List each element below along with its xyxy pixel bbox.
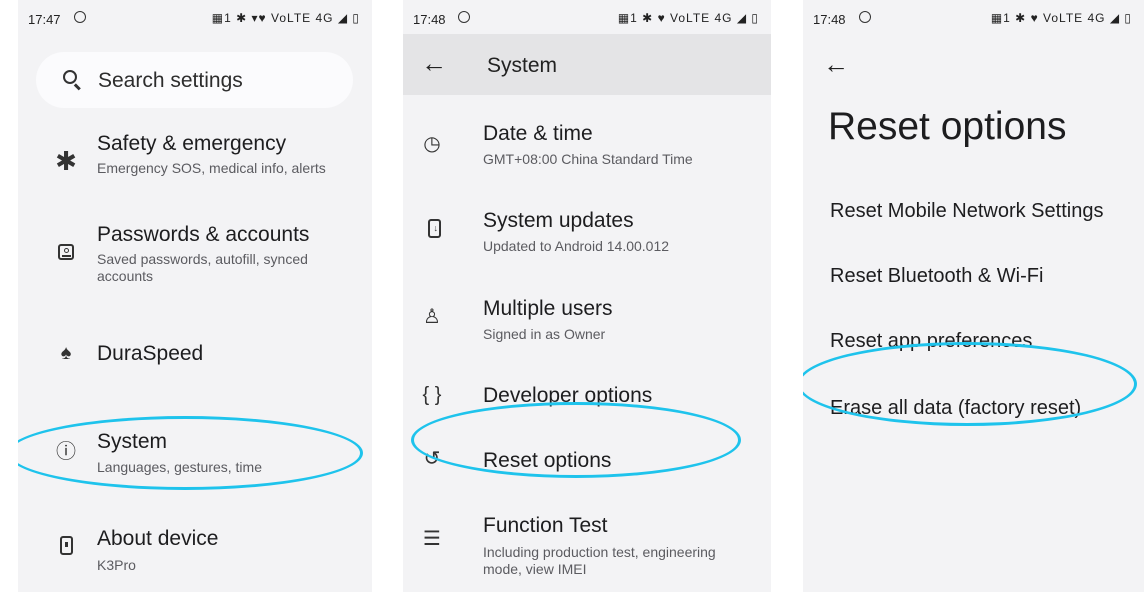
reset-options-screen: 17:48 ▦1 ✱ ♥ VoLTE 4G ◢ ▯ ← Reset option… [803,0,1144,592]
status-icons: ▦1 ✱ ♥ VoLTE 4G ◢ ▯ [617,11,759,25]
status-time: 17:47 [28,12,61,27]
asterisk-icon: ✱ [55,146,77,176]
braces-icon: { } [422,384,442,406]
app-bar: ← System [403,34,771,95]
item-subtitle: K3Pro [97,557,136,573]
history-icon: ↺ [423,448,441,470]
reset-bluetooth-wifi-option[interactable]: Reset Bluetooth & Wi-Fi [830,265,1043,288]
system-item-date-time[interactable]: ◷ Date & time GMT+08:00 China Standard T… [403,120,771,176]
device-icon [53,536,79,559]
system-item-developer-options[interactable]: { } Developer options [403,380,771,416]
reset-app-preferences-option[interactable]: Reset app preferences [830,330,1032,353]
system-update-icon: ↓ [421,219,447,242]
status-icons: ▦1 ✱ ♥ VoLTE 4G ◢ ▯ [990,11,1132,25]
item-subtitle: Including production test, engineering m… [483,544,716,577]
search-input[interactable]: Search settings [98,69,243,93]
item-subtitle: GMT+08:00 China Standard Time [483,151,693,167]
settings-item-duraspeed[interactable]: ♠ DuraSpeed [18,334,372,378]
item-title: DuraSpeed [97,342,204,365]
page-title: System [487,54,558,77]
system-item-reset-options[interactable]: ↺ Reset options [403,446,771,476]
status-bar: 17:48 ▦1 ✱ ♥ VoLTE 4G ◢ ▯ [803,10,1144,32]
system-item-system-updates[interactable]: ↓ System updates Updated to Android 14.0… [403,207,771,263]
status-bar: 17:48 ▦1 ✱ ♥ VoLTE 4G ◢ ▯ [403,10,771,32]
item-subtitle: Emergency SOS, medical info, alerts [97,160,326,176]
account-box-icon [53,244,79,264]
clock-icon: ◷ [423,133,441,155]
item-title: Date & time [483,122,593,145]
list-icon: ☰ [423,528,441,550]
system-item-function-test[interactable]: ☰ Function Test Including production tes… [403,513,771,583]
rocket-icon: ♠ [60,342,72,364]
item-title: Safety & emergency [97,132,287,155]
erase-all-data-option[interactable]: Erase all data (factory reset) [830,397,1081,420]
settings-item-system[interactable]: ⓘ System Languages, gestures, time [18,428,372,484]
reset-mobile-network-option[interactable]: Reset Mobile Network Settings [830,200,1103,223]
item-subtitle: Updated to Android 14.00.012 [483,238,670,254]
status-time: 17:48 [813,12,846,27]
page-title: Reset options [828,105,1067,148]
item-title: Passwords & accounts [97,223,310,246]
search-bar[interactable]: Search settings [36,52,353,108]
settings-item-about-device[interactable]: About device K3Pro [18,525,372,581]
person-icon: ♙ [423,306,441,328]
back-arrow-icon[interactable]: ← [823,51,849,77]
alarm-icon [74,11,86,23]
system-item-multiple-users[interactable]: ♙ Multiple users Signed in as Owner [403,295,771,351]
alarm-icon [458,11,470,23]
search-icon [63,70,77,84]
item-title: System updates [483,209,634,232]
item-title: Reset options [483,449,612,472]
settings-screen: 17:47 ▦1 ✱ ▾♥ VoLTE 4G ◢ ▯ Search settin… [18,0,372,592]
info-icon: ⓘ [56,441,76,463]
alarm-icon [859,11,871,23]
item-title: Function Test [483,514,608,537]
system-screen: 17:48 ▦1 ✱ ♥ VoLTE 4G ◢ ▯ ← System ◷ Dat… [403,0,771,592]
item-subtitle: Signed in as Owner [483,326,606,342]
status-time: 17:48 [413,12,446,27]
status-bar: 17:47 ▦1 ✱ ▾♥ VoLTE 4G ◢ ▯ [18,10,372,32]
item-title: Multiple users [483,297,613,320]
item-title: About device [97,527,219,550]
status-icons: ▦1 ✱ ▾♥ VoLTE 4G ◢ ▯ [211,11,360,25]
back-arrow-icon[interactable]: ← [421,50,447,76]
item-subtitle: Saved passwords, autofill, synced accoun… [97,251,308,284]
item-subtitle: Languages, gestures, time [97,459,262,475]
settings-item-safety-emergency[interactable]: ✱ Safety & emergency Emergency SOS, medi… [18,128,372,194]
item-title: System [97,430,168,453]
settings-item-passwords-accounts[interactable]: Passwords & accounts Saved passwords, au… [18,220,372,300]
item-title: Developer options [483,384,653,407]
